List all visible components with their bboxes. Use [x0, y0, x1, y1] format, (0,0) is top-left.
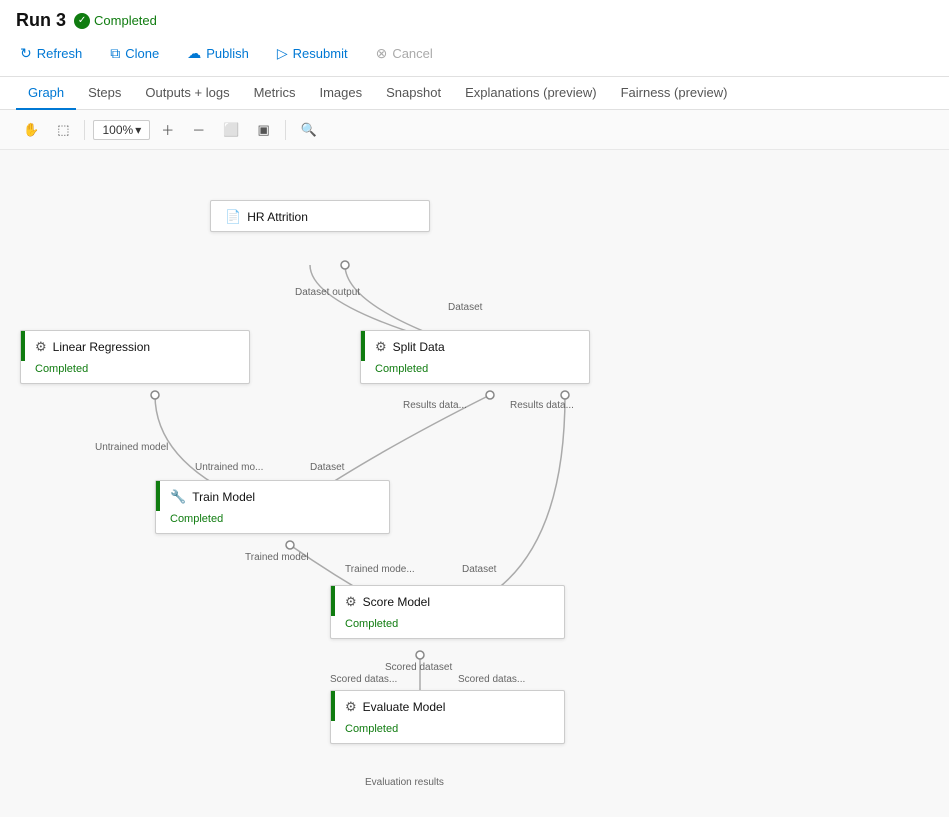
cancel-icon: ⊗	[376, 45, 388, 62]
node-evaluate-model[interactable]: ⚙ Evaluate Model Completed	[330, 690, 565, 744]
label-trained-model: Trained model	[245, 552, 309, 563]
node-evaluate-model-header: ⚙ Evaluate Model	[331, 691, 564, 721]
label-trained-mode: Trained mode...	[345, 564, 415, 575]
label-scored-datas1: Scored datas...	[330, 674, 397, 685]
run-title: Run 3 Completed	[16, 10, 933, 31]
toolbar-separator-1	[84, 120, 85, 140]
resubmit-button[interactable]: ▷ Resubmit	[273, 43, 352, 64]
tab-snapshot[interactable]: Snapshot	[374, 77, 453, 110]
tab-graph[interactable]: Graph	[16, 77, 76, 110]
node-train-model-header: 🔧 Train Model	[156, 481, 389, 511]
status-text: Completed	[94, 13, 157, 28]
toolbar: ↻ Refresh ⧉ Clone ☁ Publish ▷ Resubmit ⊗…	[16, 39, 933, 72]
tab-steps[interactable]: Steps	[76, 77, 133, 110]
node-hr-attrition-header: 📄 HR Attrition	[211, 201, 429, 231]
refresh-button[interactable]: ↻ Refresh	[16, 43, 86, 64]
label-results-data2: Results data...	[510, 400, 574, 411]
pan-tool-button[interactable]: ✋	[16, 118, 46, 142]
zoom-chevron: ▾	[135, 123, 141, 137]
clone-button[interactable]: ⧉ Clone	[106, 43, 163, 64]
zoom-display[interactable]: 100% ▾	[93, 120, 150, 140]
split-icon: ⚙	[375, 339, 387, 355]
zoom-out-button[interactable]: －	[185, 116, 212, 143]
node-split-data-title: Split Data	[393, 340, 445, 354]
node-train-model-title: Train Model	[192, 490, 255, 504]
cancel-button[interactable]: ⊗ Cancel	[372, 43, 437, 64]
fit-view-button[interactable]: ⬜	[216, 118, 246, 142]
node-score-model[interactable]: ⚙ Score Model Completed	[330, 585, 565, 639]
node-hr-attrition[interactable]: 📄 HR Attrition	[210, 200, 430, 232]
evaluate-icon: ⚙	[345, 699, 357, 715]
refresh-icon: ↻	[20, 45, 32, 62]
tab-explanations[interactable]: Explanations (preview)	[453, 77, 609, 110]
zoom-value: 100%	[102, 123, 133, 137]
label-results-data1: Results data...	[403, 400, 467, 411]
node-train-model-status: Completed	[156, 511, 389, 533]
node-hr-attrition-title: HR Attrition	[247, 210, 308, 224]
label-dataset3: Dataset	[462, 564, 497, 575]
clone-icon: ⧉	[110, 45, 120, 62]
node-linear-regression-status: Completed	[21, 361, 249, 383]
tab-metrics[interactable]: Metrics	[242, 77, 308, 110]
node-split-data[interactable]: ⚙ Split Data Completed	[360, 330, 590, 384]
search-button[interactable]: 🔍	[294, 118, 324, 142]
node-linear-regression-header: ⚙ Linear Regression	[21, 331, 249, 361]
label-dataset-output: Dataset output	[295, 287, 360, 298]
score-icon: ⚙	[345, 594, 357, 610]
train-icon: 🔧	[170, 489, 186, 505]
node-score-model-header: ⚙ Score Model	[331, 586, 564, 616]
node-train-model[interactable]: 🔧 Train Model Completed	[155, 480, 390, 534]
graph-toolbar: ✋ ⬚ 100% ▾ ＋ － ⬜ ▣ 🔍	[0, 110, 949, 150]
tab-images[interactable]: Images	[307, 77, 374, 110]
node-score-model-status: Completed	[331, 616, 564, 638]
algorithm-icon: ⚙	[35, 339, 47, 355]
label-evaluation-results: Evaluation results	[365, 777, 444, 788]
label-dataset: Dataset	[448, 302, 483, 313]
completed-icon	[74, 13, 90, 29]
pipeline-canvas: Dataset output Dataset Untrained model U…	[0, 150, 949, 817]
status-badge: Completed	[74, 13, 157, 29]
tab-outputs-logs[interactable]: Outputs + logs	[133, 77, 241, 110]
select-tool-button[interactable]: ⬚	[50, 118, 76, 142]
zoom-in-button[interactable]: ＋	[154, 116, 181, 143]
tab-fairness[interactable]: Fairness (preview)	[609, 77, 740, 110]
node-evaluate-model-title: Evaluate Model	[363, 700, 446, 714]
node-evaluate-model-status: Completed	[331, 721, 564, 743]
label-untrained-mo: Untrained mo...	[195, 462, 263, 473]
node-split-data-status: Completed	[361, 361, 589, 383]
header: Run 3 Completed ↻ Refresh ⧉ Clone ☁ Publ…	[0, 0, 949, 77]
run-title-text: Run 3	[16, 10, 66, 31]
resubmit-icon: ▷	[277, 45, 288, 62]
toolbar-separator-2	[285, 120, 286, 140]
node-linear-regression-title: Linear Regression	[53, 340, 150, 354]
label-scored-datas2: Scored datas...	[458, 674, 525, 685]
label-untrained-model: Untrained model	[95, 442, 168, 453]
label-scored-dataset: Scored dataset	[385, 662, 452, 673]
publish-icon: ☁	[187, 45, 201, 62]
node-split-data-header: ⚙ Split Data	[361, 331, 589, 361]
publish-button[interactable]: ☁ Publish	[183, 43, 253, 64]
tab-bar: Graph Steps Outputs + logs Metrics Image…	[0, 77, 949, 110]
label-dataset2: Dataset	[310, 462, 345, 473]
node-score-model-title: Score Model	[363, 595, 430, 609]
node-linear-regression[interactable]: ⚙ Linear Regression Completed	[20, 330, 250, 384]
actual-size-button[interactable]: ▣	[250, 118, 276, 142]
dataset-icon: 📄	[225, 209, 241, 225]
